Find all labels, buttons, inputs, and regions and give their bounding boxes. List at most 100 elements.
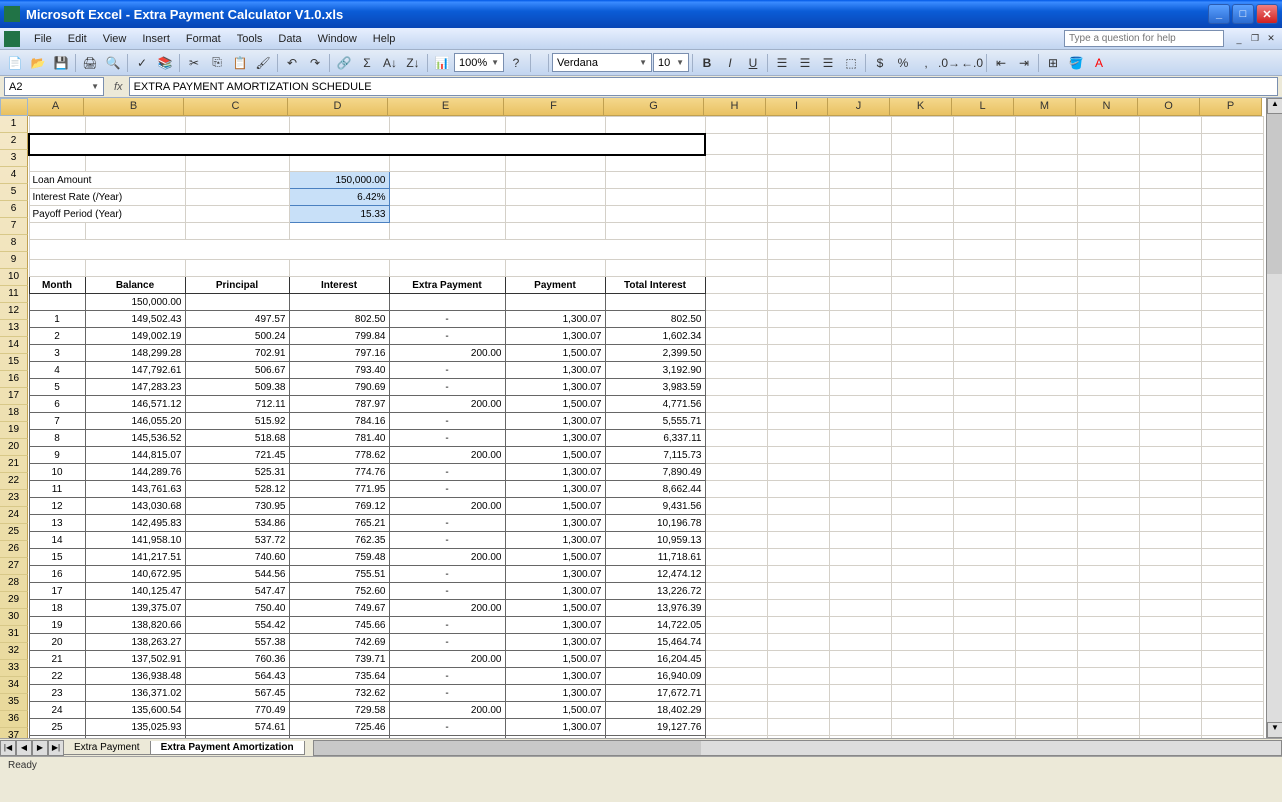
cell[interactable] (705, 651, 767, 668)
cell[interactable] (1139, 549, 1201, 566)
cell[interactable]: - (389, 634, 505, 651)
cell[interactable] (1201, 189, 1263, 206)
cell[interactable] (1015, 719, 1077, 736)
cell[interactable] (1077, 430, 1139, 447)
cell[interactable] (891, 447, 953, 464)
cell[interactable] (1077, 260, 1139, 277)
cell[interactable] (1077, 532, 1139, 549)
cell[interactable] (1201, 515, 1263, 532)
cell[interactable] (705, 260, 767, 277)
cell[interactable] (1015, 294, 1077, 311)
cell[interactable] (1201, 651, 1263, 668)
cell[interactable] (829, 277, 891, 294)
cell[interactable]: 729.58 (289, 702, 389, 719)
scroll-up-button[interactable]: ▲ (1267, 98, 1282, 114)
formula-input[interactable]: EXTRA PAYMENT AMORTIZATION SCHEDULE (129, 77, 1278, 96)
cell[interactable] (767, 447, 829, 464)
decrease-decimal-button[interactable]: ←.0 (961, 52, 983, 74)
cell[interactable] (705, 600, 767, 617)
cell[interactable]: 1,500.07 (505, 498, 605, 515)
row-header-26[interactable]: 26 (0, 541, 28, 558)
cell[interactable] (767, 430, 829, 447)
cell[interactable]: 722.39 (289, 736, 389, 739)
cell[interactable]: 143,030.68 (85, 498, 185, 515)
cell[interactable]: 25 (29, 719, 85, 736)
cell[interactable] (605, 189, 705, 206)
cell[interactable] (29, 155, 85, 172)
cell[interactable]: 12,474.12 (605, 566, 705, 583)
cell[interactable] (185, 206, 289, 223)
cell[interactable] (605, 155, 705, 172)
cell[interactable] (185, 117, 289, 134)
cell[interactable]: 21 (29, 651, 85, 668)
cell[interactable]: 200.00 (389, 447, 505, 464)
cell[interactable] (505, 260, 605, 277)
cell[interactable] (1015, 447, 1077, 464)
print-button[interactable]: 🖨 (79, 52, 101, 74)
cell[interactable] (1201, 685, 1263, 702)
cell[interactable]: 144,289.76 (85, 464, 185, 481)
cell[interactable] (1015, 668, 1077, 685)
col-header-K[interactable]: K (890, 98, 952, 116)
cell[interactable] (705, 240, 767, 260)
save-button[interactable]: 💾 (50, 52, 72, 74)
close-button[interactable]: ✕ (1256, 4, 1278, 24)
cell[interactable]: 1,602.34 (605, 328, 705, 345)
cell[interactable] (829, 481, 891, 498)
cell[interactable] (85, 223, 185, 240)
cell[interactable] (953, 464, 1015, 481)
cell[interactable]: 7,115.73 (605, 447, 705, 464)
row-header-32[interactable]: 32 (0, 643, 28, 660)
cell[interactable] (389, 117, 505, 134)
cell[interactable] (1139, 223, 1201, 240)
cell[interactable] (1139, 685, 1201, 702)
cell[interactable] (829, 549, 891, 566)
row-header-29[interactable]: 29 (0, 592, 28, 609)
cell[interactable]: 137,502.91 (85, 651, 185, 668)
cell[interactable] (829, 311, 891, 328)
cell[interactable]: - (389, 379, 505, 396)
cell[interactable] (1201, 532, 1263, 549)
cell[interactable] (1201, 117, 1263, 134)
cell[interactable]: 1,300.07 (505, 566, 605, 583)
font-color-button[interactable]: A (1088, 52, 1110, 74)
row-header-20[interactable]: 20 (0, 439, 28, 456)
cell[interactable] (829, 600, 891, 617)
row-header-28[interactable]: 28 (0, 575, 28, 592)
cell[interactable]: 200.00 (389, 498, 505, 515)
cell[interactable] (705, 172, 767, 189)
cell[interactable] (1077, 481, 1139, 498)
row-header-7[interactable]: 7 (0, 218, 28, 235)
cell[interactable] (891, 532, 953, 549)
menu-edit[interactable]: Edit (60, 31, 95, 47)
cell[interactable] (185, 223, 289, 240)
cell[interactable] (829, 172, 891, 189)
cell[interactable]: 4,771.56 (605, 396, 705, 413)
cell[interactable]: 567.45 (185, 685, 289, 702)
cell[interactable] (1201, 719, 1263, 736)
cell[interactable] (1201, 583, 1263, 600)
cell[interactable] (953, 240, 1015, 260)
cell[interactable]: 3 (29, 345, 85, 362)
cell[interactable] (705, 311, 767, 328)
cell[interactable]: 13,976.39 (605, 600, 705, 617)
cell[interactable]: 200.00 (389, 651, 505, 668)
cell[interactable] (1201, 617, 1263, 634)
cell[interactable]: 1,300.07 (505, 617, 605, 634)
cell[interactable]: - (389, 566, 505, 583)
cell[interactable] (891, 311, 953, 328)
cell[interactable] (185, 189, 289, 206)
cell[interactable]: 537.72 (185, 532, 289, 549)
cell[interactable] (1015, 736, 1077, 739)
research-button[interactable]: 📚 (154, 52, 176, 74)
cell[interactable]: 1,300.07 (505, 583, 605, 600)
cell[interactable]: Balance (85, 277, 185, 294)
copy-button[interactable]: ⎘ (206, 52, 228, 74)
cell[interactable] (829, 117, 891, 134)
col-header-M[interactable]: M (1014, 98, 1076, 116)
cell[interactable] (1201, 498, 1263, 515)
cell[interactable] (1077, 172, 1139, 189)
cell[interactable] (953, 481, 1015, 498)
cell[interactable] (829, 634, 891, 651)
cell[interactable]: 1,300.07 (505, 413, 605, 430)
